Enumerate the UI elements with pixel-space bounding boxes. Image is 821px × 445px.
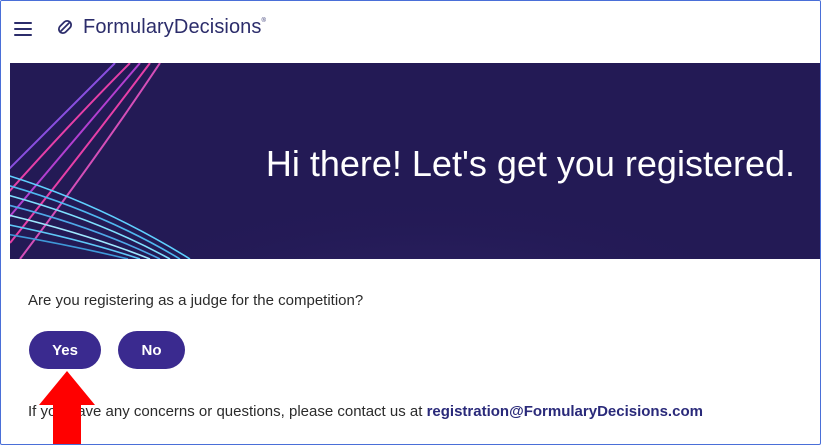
top-bar: FormularyDecisions® [1, 1, 820, 63]
menu-icon[interactable] [14, 22, 32, 36]
brand-name: FormularyDecisions [83, 16, 262, 38]
red-arrow-annotation [39, 371, 95, 444]
yes-button[interactable]: Yes [29, 331, 101, 369]
judge-question: Are you registering as a judge for the c… [28, 292, 364, 309]
formulary-logo-icon [57, 19, 73, 35]
brand-logo-text[interactable]: FormularyDecisions® [83, 16, 266, 39]
registered-mark: ® [261, 18, 267, 24]
hero-banner: Hi there! Let's get you registered. [10, 63, 820, 259]
contact-line: If you have any concerns or questions, p… [28, 403, 703, 420]
contact-email-link[interactable]: registration@FormularyDecisions.com [427, 403, 703, 420]
page-frame: FormularyDecisions® Hi there! Let's get … [0, 0, 821, 445]
hero-title: Hi there! Let's get you registered. [265, 143, 795, 184]
no-button[interactable]: No [118, 331, 185, 369]
